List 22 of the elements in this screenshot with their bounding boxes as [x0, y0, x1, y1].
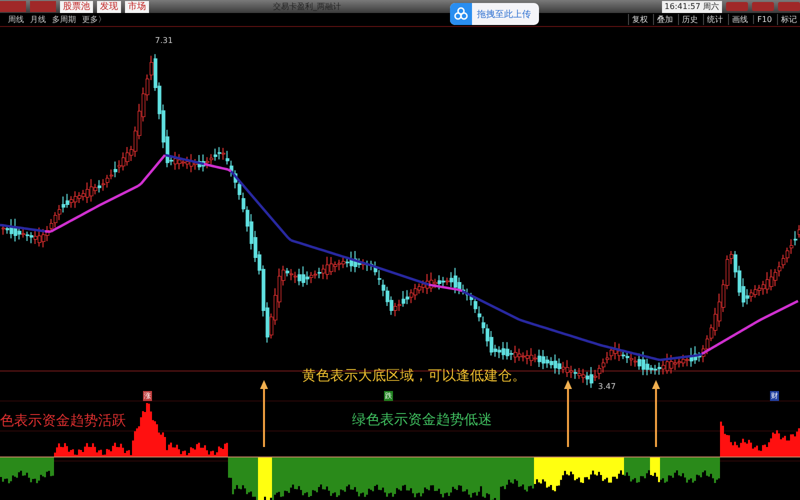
period-tab[interactable]: 周线 — [6, 14, 26, 25]
annotation-text: 绿色表示资金趋势低迷 — [352, 411, 492, 429]
period-tab[interactable]: 月线 — [28, 14, 48, 25]
menu-tab[interactable]: 发现 — [97, 0, 121, 12]
high-price-label: 7.31 — [155, 36, 173, 45]
toolbar-button[interactable]: 叠加 — [653, 14, 676, 25]
toolbar-button[interactable]: 画线 — [728, 14, 752, 25]
annotation-text: 色表示资金趋势活跃 — [0, 412, 126, 430]
toolbar-button[interactable]: 复权 — [628, 14, 652, 25]
period-tab[interactable]: 更多〉 — [80, 14, 108, 25]
toolbar-button[interactable]: 历史 — [678, 14, 702, 25]
toolbar-button[interactable]: 统计 — [703, 14, 726, 25]
window-title: 交易卡盈利_两融计 — [273, 1, 341, 12]
toolbar-button[interactable]: F10 — [753, 15, 775, 24]
period-tab[interactable]: 多周期 — [50, 14, 78, 25]
annotation-text: 黄色表示大底区域，可以逢低建仓。 — [302, 367, 526, 385]
low-price-label: 3.47 — [598, 382, 616, 391]
menu-tab[interactable]: 股票池 — [60, 0, 93, 12]
toolbar-button[interactable]: 标记 — [777, 14, 800, 25]
menu-tab[interactable]: 市场 — [125, 0, 149, 12]
clock-text: 16:41:57 周六 — [662, 0, 722, 12]
upload-button[interactable]: 拖拽至此上传 — [450, 3, 539, 25]
